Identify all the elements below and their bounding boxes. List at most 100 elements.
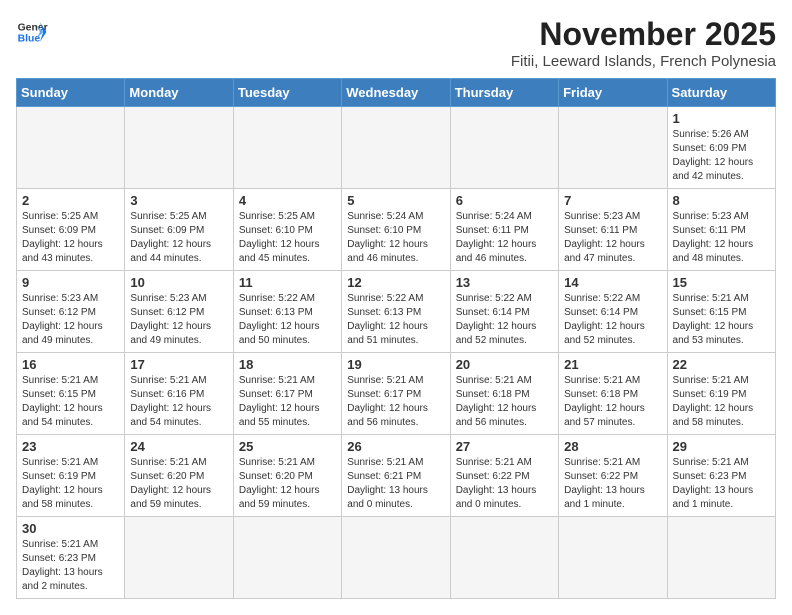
day-number: 20 [456,357,553,372]
calendar-week-4: 16Sunrise: 5:21 AM Sunset: 6:15 PM Dayli… [17,353,776,435]
calendar-cell: 11 Sunrise: 5:22 AM Sunset: 6:13 PM Dayli… [233,271,341,353]
logo-icon: General Blue [16,16,48,48]
calendar-cell [125,517,233,599]
day-info: Sunrise: 5:25 AM Sunset: 6:09 PM Dayligh… [22,210,119,266]
calendar-table: SundayMondayTuesdayWednesdayThursdayFrid… [16,78,776,599]
day-info: Sunrise: 5:21 AM Sunset: 6:21 PM Dayligh… [347,456,444,512]
day-info: Sunrise: 5:21 AM Sunset: 6:22 PM Dayligh… [456,456,553,512]
calendar-cell: 26 Sunrise: 5:21 AM Sunset: 6:21 PM Dayli… [342,435,450,517]
weekday-friday: Friday [559,79,667,107]
calendar-week-6: 30 Sunrise: 5:21 AM Sunset: 6:23 PM Dayli… [17,517,776,599]
weekday-tuesday: Tuesday [233,79,341,107]
day-info: Sunrise: 5:24 AM Sunset: 6:11 PM Dayligh… [456,210,553,266]
day-info: Sunrise: 5:21 AM Sunset: 6:20 PM Dayligh… [239,456,336,512]
calendar-cell: 30 Sunrise: 5:21 AM Sunset: 6:23 PM Dayli… [17,517,125,599]
day-number: 5 [347,193,444,208]
day-info: Sunrise: 5:23 AM Sunset: 6:12 PM Dayligh… [130,292,227,348]
calendar-cell: 1Sunrise: 5:26 AM Sunset: 6:09 PM Daylig… [667,107,775,189]
day-info: Sunrise: 5:23 AM Sunset: 6:11 PM Dayligh… [673,210,770,266]
day-info: Sunrise: 5:25 AM Sunset: 6:09 PM Dayligh… [130,210,227,266]
day-info: Sunrise: 5:21 AM Sunset: 6:19 PM Dayligh… [673,374,770,430]
day-number: 7 [564,193,661,208]
calendar-week-2: 2 Sunrise: 5:25 AM Sunset: 6:09 PM Daylig… [17,189,776,271]
day-info: Sunrise: 5:21 AM Sunset: 6:19 PM Dayligh… [22,456,119,512]
day-number: 12 [347,275,444,290]
calendar-cell: 14 Sunrise: 5:22 AM Sunset: 6:14 PM Dayli… [559,271,667,353]
day-info: Sunrise: 5:21 AM Sunset: 6:17 PM Dayligh… [347,374,444,430]
day-number: 19 [347,357,444,372]
calendar-cell [342,107,450,189]
calendar-cell: 23 Sunrise: 5:21 AM Sunset: 6:19 PM Dayli… [17,435,125,517]
calendar-cell [559,517,667,599]
weekday-thursday: Thursday [450,79,558,107]
day-info: Sunrise: 5:23 AM Sunset: 6:12 PM Dayligh… [22,292,119,348]
calendar-body: 1Sunrise: 5:26 AM Sunset: 6:09 PM Daylig… [17,107,776,599]
day-number: 9 [22,275,119,290]
day-number: 1 [673,111,770,126]
day-info: Sunrise: 5:21 AM Sunset: 6:17 PM Dayligh… [239,374,336,430]
day-number: 2 [22,193,119,208]
day-number: 29 [673,439,770,454]
calendar-cell: 7 Sunrise: 5:23 AM Sunset: 6:11 PM Daylig… [559,189,667,271]
day-number: 8 [673,193,770,208]
day-info: Sunrise: 5:25 AM Sunset: 6:10 PM Dayligh… [239,210,336,266]
calendar-cell: 21Sunrise: 5:21 AM Sunset: 6:18 PM Dayli… [559,353,667,435]
day-info: Sunrise: 5:21 AM Sunset: 6:16 PM Dayligh… [130,374,227,430]
day-number: 25 [239,439,336,454]
day-info: Sunrise: 5:22 AM Sunset: 6:13 PM Dayligh… [239,292,336,348]
calendar-cell: 29 Sunrise: 5:21 AM Sunset: 6:23 PM Dayli… [667,435,775,517]
calendar-cell [450,517,558,599]
title-area: November 2025 Fitii, Leeward Islands, Fr… [511,16,776,70]
weekday-header-row: SundayMondayTuesdayWednesdayThursdayFrid… [17,79,776,107]
day-number: 6 [456,193,553,208]
calendar-cell: 20 Sunrise: 5:21 AM Sunset: 6:18 PM Dayli… [450,353,558,435]
calendar-cell: 13 Sunrise: 5:22 AM Sunset: 6:14 PM Dayli… [450,271,558,353]
calendar-cell: 6 Sunrise: 5:24 AM Sunset: 6:11 PM Daylig… [450,189,558,271]
day-number: 11 [239,275,336,290]
calendar-cell [450,107,558,189]
day-number: 26 [347,439,444,454]
day-number: 27 [456,439,553,454]
calendar-cell: 18 Sunrise: 5:21 AM Sunset: 6:17 PM Dayli… [233,353,341,435]
calendar-cell: 15Sunrise: 5:21 AM Sunset: 6:15 PM Dayli… [667,271,775,353]
calendar-cell [233,517,341,599]
day-number: 24 [130,439,227,454]
day-number: 23 [22,439,119,454]
calendar-cell [125,107,233,189]
calendar-cell [17,107,125,189]
day-number: 22 [673,357,770,372]
day-info: Sunrise: 5:22 AM Sunset: 6:14 PM Dayligh… [564,292,661,348]
calendar-cell: 9 Sunrise: 5:23 AM Sunset: 6:12 PM Daylig… [17,271,125,353]
calendar-cell: 25 Sunrise: 5:21 AM Sunset: 6:20 PM Dayli… [233,435,341,517]
day-number: 4 [239,193,336,208]
day-number: 28 [564,439,661,454]
weekday-monday: Monday [125,79,233,107]
day-number: 13 [456,275,553,290]
calendar-cell: 12 Sunrise: 5:22 AM Sunset: 6:13 PM Dayli… [342,271,450,353]
day-number: 21 [564,357,661,372]
calendar-cell: 22 Sunrise: 5:21 AM Sunset: 6:19 PM Dayli… [667,353,775,435]
weekday-wednesday: Wednesday [342,79,450,107]
calendar-cell [667,517,775,599]
day-info: Sunrise: 5:21 AM Sunset: 6:23 PM Dayligh… [22,538,119,594]
calendar-cell [342,517,450,599]
day-info: Sunrise: 5:21 AM Sunset: 6:15 PM Dayligh… [22,374,119,430]
calendar-week-1: 1Sunrise: 5:26 AM Sunset: 6:09 PM Daylig… [17,107,776,189]
day-number: 14 [564,275,661,290]
day-number: 3 [130,193,227,208]
header: General Blue November 2025 Fitii, Leewar… [16,16,776,70]
day-info: Sunrise: 5:21 AM Sunset: 6:18 PM Dayligh… [456,374,553,430]
day-number: 30 [22,521,119,536]
calendar-cell: 8 Sunrise: 5:23 AM Sunset: 6:11 PM Daylig… [667,189,775,271]
calendar-cell: 27 Sunrise: 5:21 AM Sunset: 6:22 PM Dayli… [450,435,558,517]
day-info: Sunrise: 5:22 AM Sunset: 6:13 PM Dayligh… [347,292,444,348]
day-info: Sunrise: 5:22 AM Sunset: 6:14 PM Dayligh… [456,292,553,348]
logo: General Blue [16,16,48,48]
day-info: Sunrise: 5:23 AM Sunset: 6:11 PM Dayligh… [564,210,661,266]
day-number: 10 [130,275,227,290]
weekday-sunday: Sunday [17,79,125,107]
weekday-saturday: Saturday [667,79,775,107]
day-info: Sunrise: 5:21 AM Sunset: 6:23 PM Dayligh… [673,456,770,512]
day-number: 18 [239,357,336,372]
day-number: 17 [130,357,227,372]
